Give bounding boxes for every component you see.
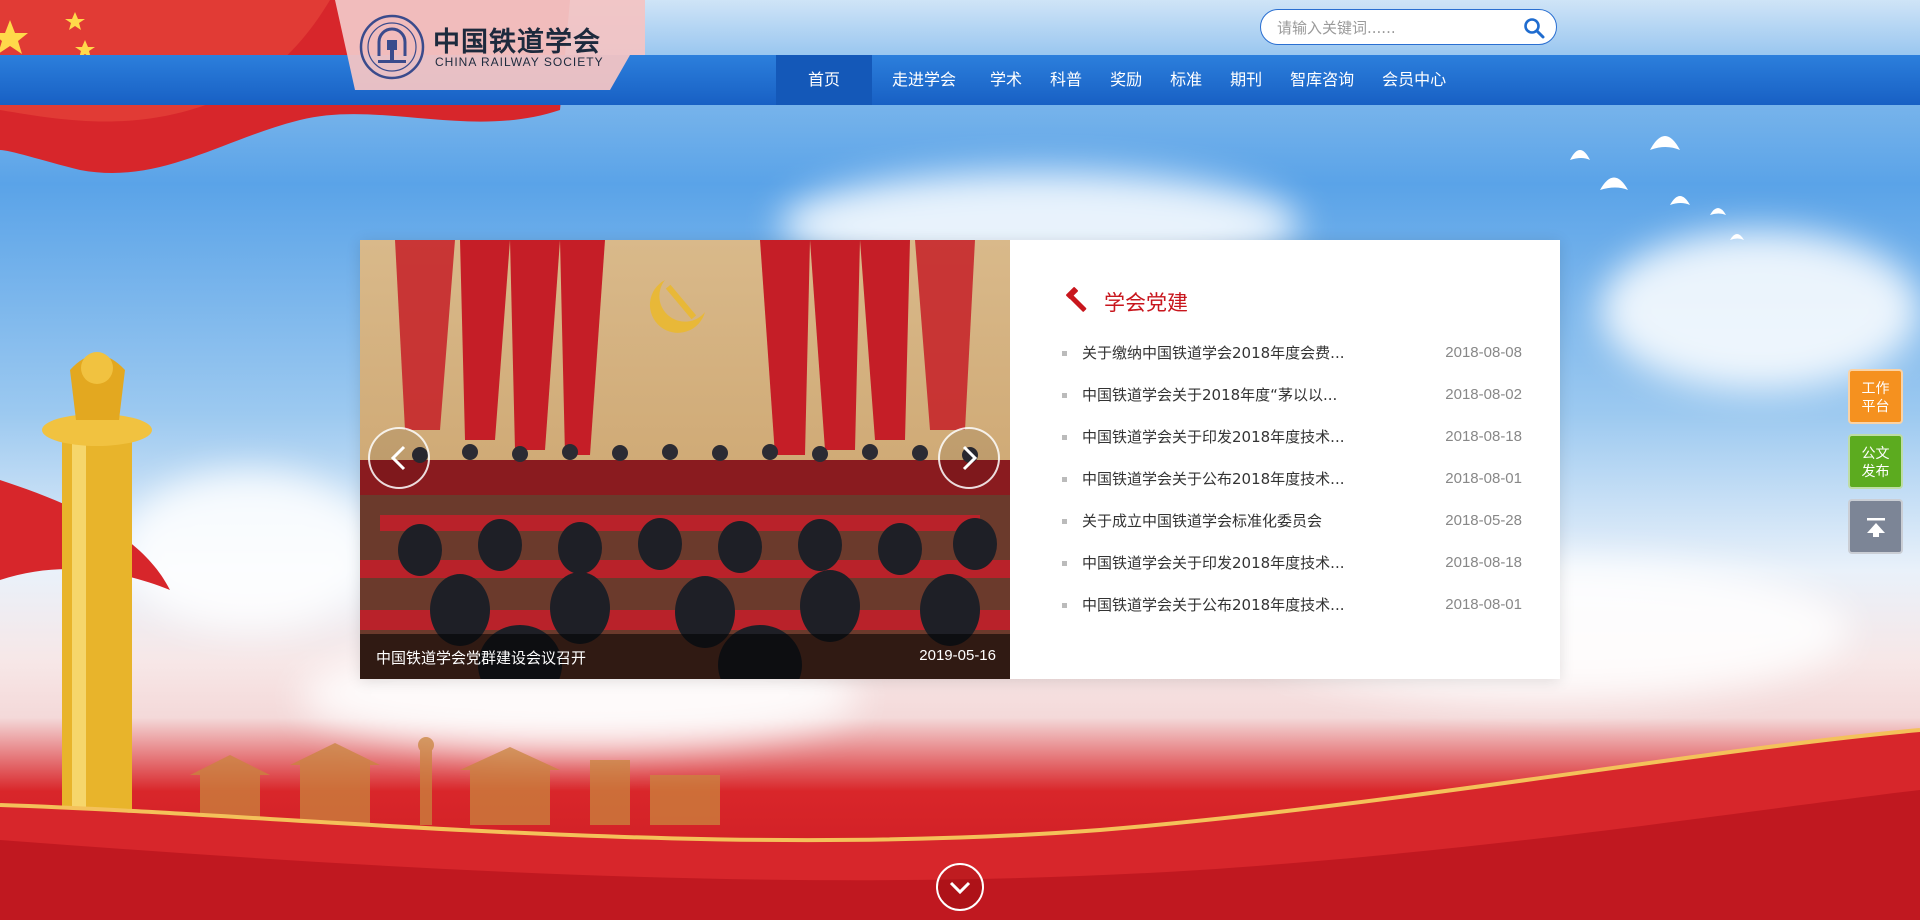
back-to-top-icon (1867, 518, 1885, 537)
background-cloud (1600, 230, 1920, 390)
slider-next-button[interactable] (938, 427, 1000, 489)
list-item[interactable]: 中国铁道学会关于2018年度“茅以以... 2018-08-02 (1062, 374, 1522, 416)
news-date: 2018-05-28 (1445, 512, 1522, 529)
news-title: 中国铁道学会关于公布2018年度技术... (1082, 596, 1345, 614)
news-date: 2018-08-18 (1445, 554, 1522, 571)
site-title[interactable]: 中国铁道学会 (433, 20, 601, 59)
nav-home[interactable]: 首页 (776, 55, 873, 105)
bullet-icon (1062, 435, 1067, 440)
list-item[interactable]: 中国铁道学会关于印发2018年度技术... 2018-08-18 (1062, 542, 1522, 584)
news-date: 2018-08-01 (1445, 596, 1522, 613)
slider-caption-title: 中国铁道学会党群建设会议召开 (376, 649, 587, 667)
news-title: 中国铁道学会关于公布2018年度技术... (1082, 470, 1345, 488)
party-news-header: 学会党建 (1062, 285, 1188, 319)
chevron-down-icon (949, 881, 971, 895)
list-item[interactable]: 关于成立中国铁道学会标准化委员会 2018-05-28 (1062, 500, 1522, 542)
slider-caption[interactable]: 中国铁道学会党群建设会议召开 2019-05-16 (360, 634, 1010, 679)
image-slider[interactable]: 中国铁道学会党群建设会议召开 2019-05-16 (360, 240, 1010, 679)
news-title: 中国铁道学会关于印发2018年度技术... (1082, 554, 1345, 572)
bullet-icon (1062, 603, 1067, 608)
party-news-panel: 学会党建 关于缴纳中国铁道学会2018年度会费... 2018-08-08 中国… (1010, 240, 1560, 679)
news-title: 中国铁道学会关于2018年度“茅以以... (1082, 386, 1338, 404)
slider-caption-date: 2019-05-16 (919, 647, 996, 664)
search-input[interactable] (1277, 18, 1507, 38)
slider-photo (360, 240, 1010, 679)
nav-awards[interactable]: 奖励 (1096, 55, 1156, 105)
nav-popular-science[interactable]: 科普 (1036, 55, 1096, 105)
nav-think-tank[interactable]: 智库咨询 (1276, 55, 1368, 105)
news-title: 关于缴纳中国铁道学会2018年度会费... (1082, 344, 1345, 362)
main-nav: 首页 走进学会 学术 科普 奖励 标准 期刊 智库咨询 会员中心 (776, 55, 1460, 105)
search-box (1260, 9, 1557, 45)
search-icon[interactable] (1523, 17, 1545, 39)
list-item[interactable]: 中国铁道学会关于公布2018年度技术... 2018-08-01 (1062, 458, 1522, 500)
chevron-right-icon (962, 445, 978, 471)
slider-prev-button[interactable] (368, 427, 430, 489)
bullet-icon (1062, 393, 1067, 398)
back-to-top-button[interactable] (1848, 499, 1903, 554)
news-title: 中国铁道学会关于印发2018年度技术... (1082, 428, 1345, 446)
site-subtitle: CHINA RAILWAY SOCIETY (435, 55, 604, 69)
bullet-icon (1062, 561, 1067, 566)
news-date: 2018-08-02 (1445, 386, 1522, 403)
nav-member-center[interactable]: 会员中心 (1368, 55, 1460, 105)
content-card: 中国铁道学会党群建设会议召开 2019-05-16 学会党建 关于缴纳中国铁道学… (360, 240, 1560, 679)
nav-academic[interactable]: 学术 (976, 55, 1036, 105)
bullet-icon (1062, 477, 1067, 482)
nav-journals[interactable]: 期刊 (1216, 55, 1276, 105)
news-title: 关于成立中国铁道学会标准化委员会 (1082, 512, 1323, 530)
news-date: 2018-08-18 (1445, 428, 1522, 445)
chevron-left-icon (390, 445, 406, 471)
work-platform-label: 工作 平台 (1861, 381, 1890, 415)
hammer-sickle-icon (1066, 287, 1088, 313)
list-item[interactable]: 中国铁道学会关于印发2018年度技术... 2018-08-18 (1062, 416, 1522, 458)
nav-about[interactable]: 走进学会 (872, 55, 976, 105)
document-publish-label: 公文 发布 (1861, 446, 1890, 480)
nav-standards[interactable]: 标准 (1156, 55, 1216, 105)
list-item[interactable]: 中国铁道学会关于公布2018年度技术... 2018-08-01 (1062, 584, 1522, 626)
party-news-list: 关于缴纳中国铁道学会2018年度会费... 2018-08-08 中国铁道学会关… (1062, 332, 1522, 626)
doves-decoration (1570, 136, 1744, 240)
list-item[interactable]: 关于缴纳中国铁道学会2018年度会费... 2018-08-08 (1062, 332, 1522, 374)
bullet-icon (1062, 351, 1067, 356)
document-publish-button[interactable]: 公文 发布 (1848, 434, 1903, 489)
news-date: 2018-08-08 (1445, 344, 1522, 361)
bullet-icon (1062, 519, 1067, 524)
work-platform-button[interactable]: 工作 平台 (1848, 369, 1903, 424)
scroll-down-button[interactable] (936, 863, 984, 911)
party-news-title[interactable]: 学会党建 (1104, 287, 1188, 317)
news-date: 2018-08-01 (1445, 470, 1522, 487)
railway-society-emblem-icon (359, 14, 425, 80)
